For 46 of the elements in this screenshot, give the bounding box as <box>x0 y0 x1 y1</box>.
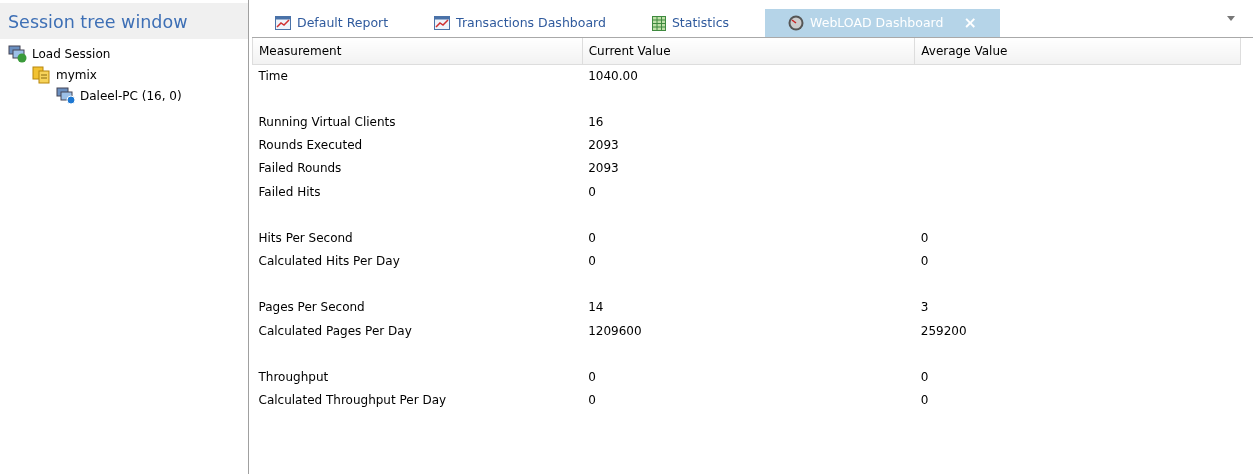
table-cell-text: 0 <box>919 369 930 387</box>
table-cell-text: 0 <box>919 253 930 271</box>
table-cell: 1040.00 <box>582 64 915 88</box>
table-cell-text: Calculated Pages Per Day <box>257 322 413 340</box>
table-cell-text: 2093 <box>587 137 620 155</box>
panel-title: Session tree window <box>0 3 248 39</box>
table-cell-text: 0 <box>587 183 597 201</box>
table-cell-text: 0 <box>919 392 930 410</box>
table-cell-text: 16 <box>587 113 605 131</box>
documents-icon <box>32 65 52 84</box>
table-cell-text: 1209600 <box>587 322 643 340</box>
tab[interactable]: Transactions Dashboard <box>411 9 629 37</box>
line-chart-icon <box>275 16 291 30</box>
line-chart-icon <box>434 16 451 30</box>
table-cell-text: Throughput <box>257 369 330 387</box>
table-cell-text: 0 <box>587 369 597 387</box>
table-cell-text: Hits Per Second <box>257 229 354 247</box>
table-cell: Time <box>252 64 583 88</box>
tab[interactable]: Statistics <box>628 9 753 37</box>
table-cell-text: 0 <box>587 392 597 410</box>
tree-item[interactable]: Daleel-PC (16, 0) <box>80 86 182 105</box>
dropdown-icon[interactable] <box>1227 16 1235 21</box>
table-cell-text: 0 <box>587 229 597 247</box>
column-header: Current Value <box>582 38 915 64</box>
table-cell-text: Failed Rounds <box>257 160 343 178</box>
tree-item[interactable]: mymix <box>56 65 97 84</box>
table-cell-text: Rounds Executed <box>257 137 364 155</box>
spreadsheet-icon <box>651 15 666 31</box>
column-header: Average Value <box>914 38 1241 64</box>
table-cell-text: Failed Hits <box>257 183 322 201</box>
table-cell-text: 2093 <box>587 160 620 178</box>
gauge-icon <box>788 15 805 31</box>
table-cell-text: 0 <box>587 253 597 271</box>
table-cell-text: Running Virtual Clients <box>257 113 397 131</box>
table-cell-text: 259200 <box>919 322 968 340</box>
table-cell-text: 0 <box>919 229 930 247</box>
column-header: Measurement <box>252 38 583 64</box>
network-computer-icon <box>8 44 28 63</box>
table-cell-text: 14 <box>587 299 605 317</box>
table-cell-text: Pages Per Second <box>257 299 366 317</box>
table-cell-text: 3 <box>919 299 930 317</box>
table-cell-text: Calculated Hits Per Day <box>257 253 401 271</box>
tree-item[interactable]: Load Session <box>32 44 111 63</box>
table-cell-text: Calculated Throughput Per Day <box>257 392 448 410</box>
tab[interactable]: Default Report <box>252 9 412 37</box>
computer-icon <box>56 86 76 105</box>
